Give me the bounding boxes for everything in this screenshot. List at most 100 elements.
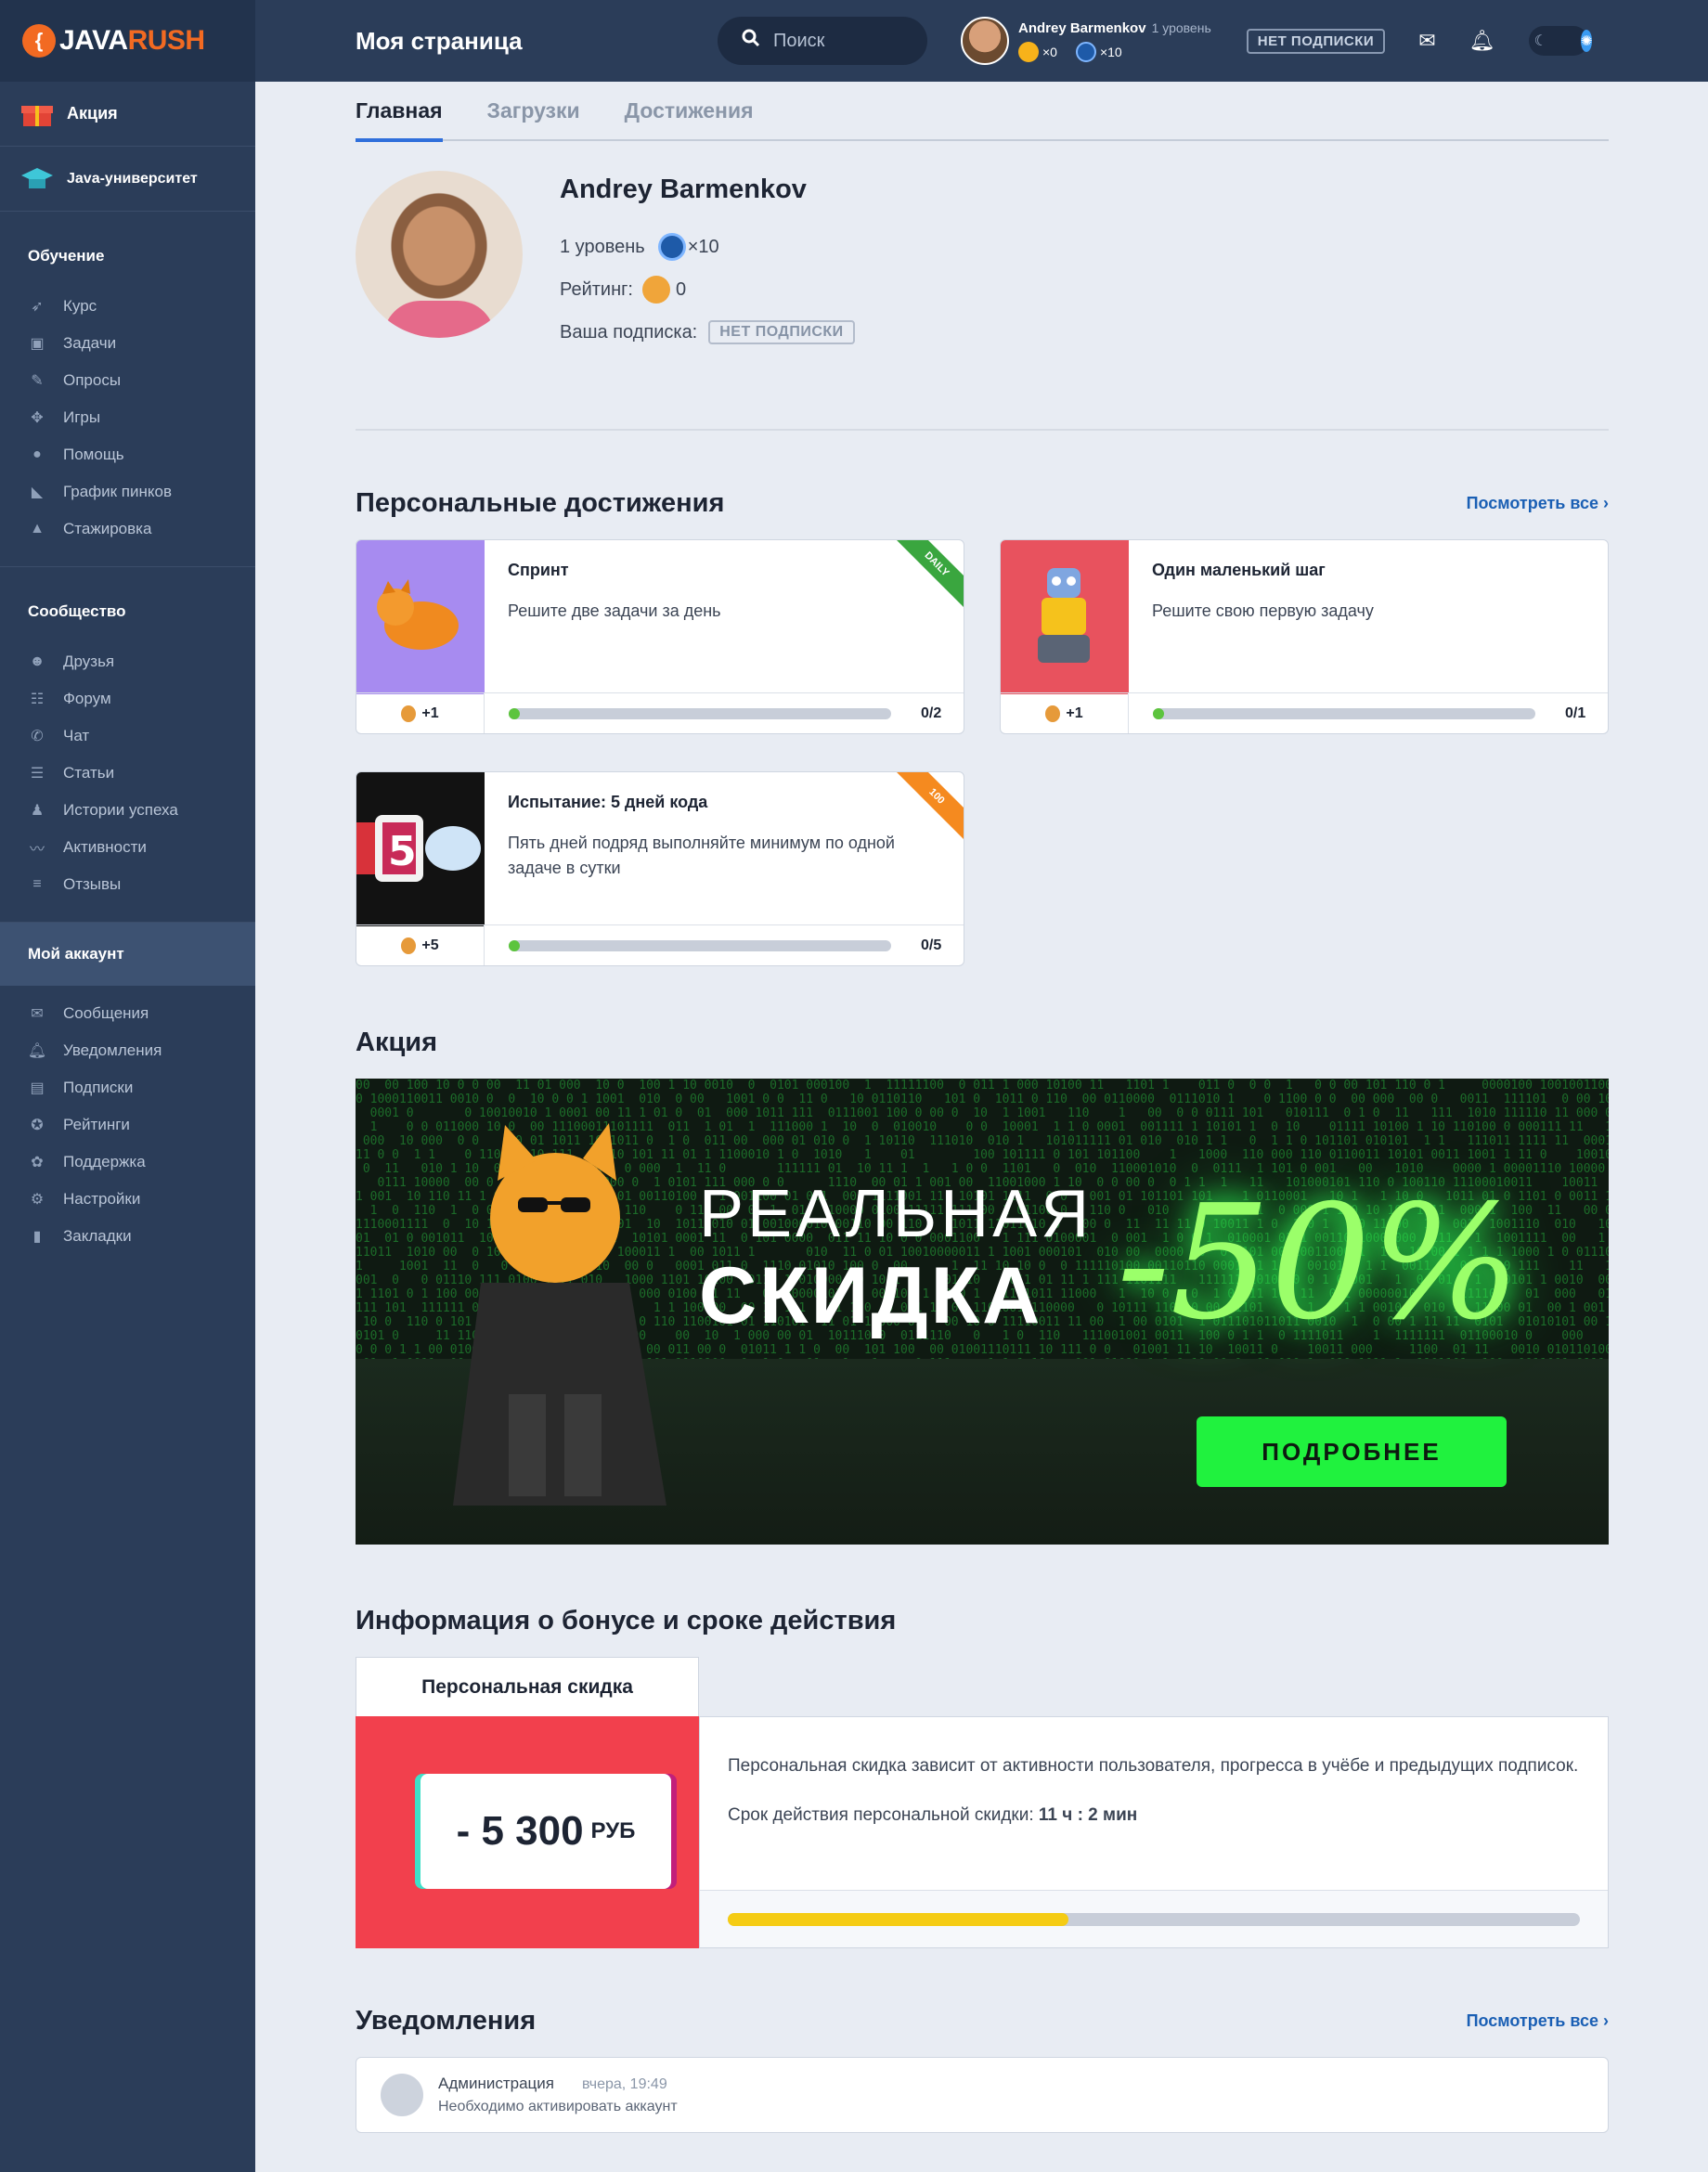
sidebar-item-articles[interactable]: ☰ Статьи xyxy=(0,755,255,792)
sidebar-item-label: Курс xyxy=(63,297,97,315)
sidebar-item-label: Активности xyxy=(63,838,147,856)
sidebar-item-kicks[interactable]: ◣ График пинков xyxy=(0,473,255,511)
sidebar-item-subscriptions[interactable]: ▤ Подписки xyxy=(0,1069,255,1106)
achievement-image xyxy=(1001,540,1129,694)
help-icon: ● xyxy=(32,446,42,462)
sidebar-item-help[interactable]: ● Помощь xyxy=(0,436,255,473)
achievement-progress: 0/2 xyxy=(921,705,942,721)
avatar xyxy=(381,2074,423,2116)
sidebar-item-university[interactable]: Java-университет xyxy=(0,147,255,212)
see-all-label: Посмотреть все xyxy=(1466,2011,1598,2030)
gamepad-icon: ✥ xyxy=(31,410,44,426)
subscription-badge[interactable]: НЕТ ПОДПИСКИ xyxy=(1246,28,1386,54)
discount-amount: - 5 300 xyxy=(456,1808,584,1854)
sidebar-item-course[interactable]: ➶ Курс xyxy=(0,288,255,325)
page-title: Моя страница xyxy=(356,26,523,55)
kick-icon: ◣ xyxy=(31,485,44,500)
achievement-reward: +5 xyxy=(356,924,485,965)
sidebar-item-chat[interactable]: ✆ Чат xyxy=(0,718,255,755)
achievement-progress-bar xyxy=(1153,707,1535,719)
search-input[interactable]: Поиск xyxy=(718,17,927,65)
sidebar-item-label: График пинков xyxy=(63,483,173,500)
promo-title: Акция xyxy=(356,1028,438,1057)
tab-achievements[interactable]: Достижения xyxy=(625,81,754,140)
tab-main[interactable]: Главная xyxy=(356,81,443,142)
sidebar-item-messages[interactable]: ✉ Сообщения xyxy=(0,995,255,1032)
sidebar-item-internship[interactable]: ▲ Стажировка xyxy=(0,511,255,548)
bell-icon: 🔔︎ xyxy=(27,1043,47,1059)
sidebar: { JAVARUSH Акция Java-университет Обучен… xyxy=(0,0,255,2172)
achievement-progress: 0/1 xyxy=(1565,705,1586,721)
user-menu[interactable]: Andrey Barmenkov 1 уровень ×0 ×10 xyxy=(961,17,1211,65)
sidebar-item-activity[interactable]: 〰 Активности xyxy=(0,829,255,866)
sidebar-item-ratings[interactable]: ✪ Рейтинги xyxy=(0,1106,255,1144)
sidebar-item-reviews[interactable]: ≡ Отзывы xyxy=(0,866,255,903)
bonus-panel: Персональная скидка - 5 300 РУБ Персональ… xyxy=(356,1657,1609,1948)
sidebar-item-notifications[interactable]: 🔔︎ Уведомления xyxy=(0,1032,255,1069)
notification-time: вчера, 19:49 xyxy=(581,2076,667,2092)
medal-icon: ✪ xyxy=(31,1118,44,1133)
bell-icon[interactable]: 🔔︎ xyxy=(1469,29,1495,53)
achievement-title: Спринт xyxy=(508,561,569,579)
subscription-badge[interactable]: НЕТ ПОДПИСКИ xyxy=(708,320,855,344)
sidebar-item-label: Уведомления xyxy=(63,1041,162,1059)
medal-icon xyxy=(641,276,670,304)
sidebar-item-bookmarks[interactable]: ▮ Закладки xyxy=(0,1218,255,1255)
expiry-label: Срок действия персональной скидки: xyxy=(728,1805,1034,1825)
sidebar-item-label: Акция xyxy=(67,104,118,123)
sidebar-item-surveys[interactable]: ✎ Опросы xyxy=(0,362,255,399)
sidebar-item-label: Форум xyxy=(63,690,111,707)
reward-value: +1 xyxy=(1066,705,1083,721)
promo-line1: РЕАЛЬНАЯ xyxy=(699,1177,1093,1251)
achievement-card[interactable]: Один маленький шаг Решите свою первую за… xyxy=(1000,539,1609,734)
sidebar-item-games[interactable]: ✥ Игры xyxy=(0,399,255,436)
sidebar-item-success-stories[interactable]: ♟ Истории успеха xyxy=(0,792,255,829)
promo-banner[interactable]: 00 00 100 10 0 0 00 11 01 000 10 0 100 1… xyxy=(356,1079,1609,1545)
notification-item[interactable]: Администрация вчера, 19:49 Необходимо акт… xyxy=(356,2057,1609,2133)
sidebar-item-label: Java-университет xyxy=(67,170,198,187)
sidebar-item-settings[interactable]: ⚙ Настройки xyxy=(0,1181,255,1218)
theme-toggle[interactable]: ☾ ✺ xyxy=(1528,26,1593,56)
profile-level: 1 уровень xyxy=(560,236,645,257)
reward-value: +5 xyxy=(421,937,439,953)
gift-icon xyxy=(20,97,54,131)
sidebar-item-label: Опросы xyxy=(63,371,122,389)
achievement-card[interactable]: 5 100 Испытание: 5 дней кода Пять дней п… xyxy=(356,771,964,966)
sun-icon: ✺ xyxy=(1580,30,1593,52)
user-name: Andrey Barmenkov xyxy=(1018,19,1146,36)
logo[interactable]: { JAVARUSH xyxy=(0,0,255,82)
sidebar-section-learning: Обучение ➶ Курс ▣ Задачи ✎ Опросы ✥ Игры ● По… xyxy=(0,212,255,567)
search-icon xyxy=(742,29,760,53)
sidebar-item-label: Игры xyxy=(63,408,101,426)
bonus-title: Информация о бонусе и сроке действия xyxy=(356,1606,897,1635)
mail-icon[interactable]: ✉ xyxy=(1418,29,1435,53)
achievements-see-all-link[interactable]: Посмотреть все › xyxy=(1467,494,1609,513)
tab-personal-discount[interactable]: Персональная скидка xyxy=(356,1657,699,1716)
discount-image: - 5 300 РУБ xyxy=(356,1716,699,1948)
star-icon xyxy=(657,233,686,261)
sidebar-item-tasks[interactable]: ▣ Задачи xyxy=(0,325,255,362)
forum-icon: ☷ xyxy=(30,692,45,707)
subscription-icon: ▤ xyxy=(30,1080,45,1096)
sidebar-item-friends[interactable]: ☻ Друзья xyxy=(0,643,255,680)
graduation-cap-icon xyxy=(20,162,54,196)
internship-icon: ▲ xyxy=(30,521,45,537)
moon-icon: ☾ xyxy=(1533,33,1547,49)
promo-line2: СКИДКА xyxy=(699,1251,1043,1340)
avatar xyxy=(961,17,1009,65)
sidebar-item-label: Подписки xyxy=(63,1079,134,1096)
sidebar-item-support[interactable]: ✿ Поддержка xyxy=(0,1144,255,1181)
achievement-card[interactable]: DAILY Спринт Решите две задачи за день +… xyxy=(356,539,964,734)
notifications-see-all-link[interactable]: Посмотреть все › xyxy=(1467,2011,1609,2031)
achievement-image: 5 xyxy=(356,772,485,926)
sidebar-item-forum[interactable]: ☷ Форум xyxy=(0,680,255,718)
success-icon: ♟ xyxy=(30,803,45,819)
sidebar-item-promo[interactable]: Акция xyxy=(0,82,255,147)
tab-downloads[interactable]: Загрузки xyxy=(487,81,580,140)
search-placeholder: Поиск xyxy=(773,30,825,51)
medal-icon xyxy=(401,705,417,722)
promo-details-button[interactable]: ПОДРОБНЕЕ xyxy=(1197,1416,1507,1487)
sidebar-section-community: Сообщество ☻ Друзья ☷ Форум ✆ Чат ☰ Статьи ♟… xyxy=(0,567,255,923)
profile-avatar xyxy=(356,171,523,338)
articles-icon: ☰ xyxy=(30,766,45,782)
